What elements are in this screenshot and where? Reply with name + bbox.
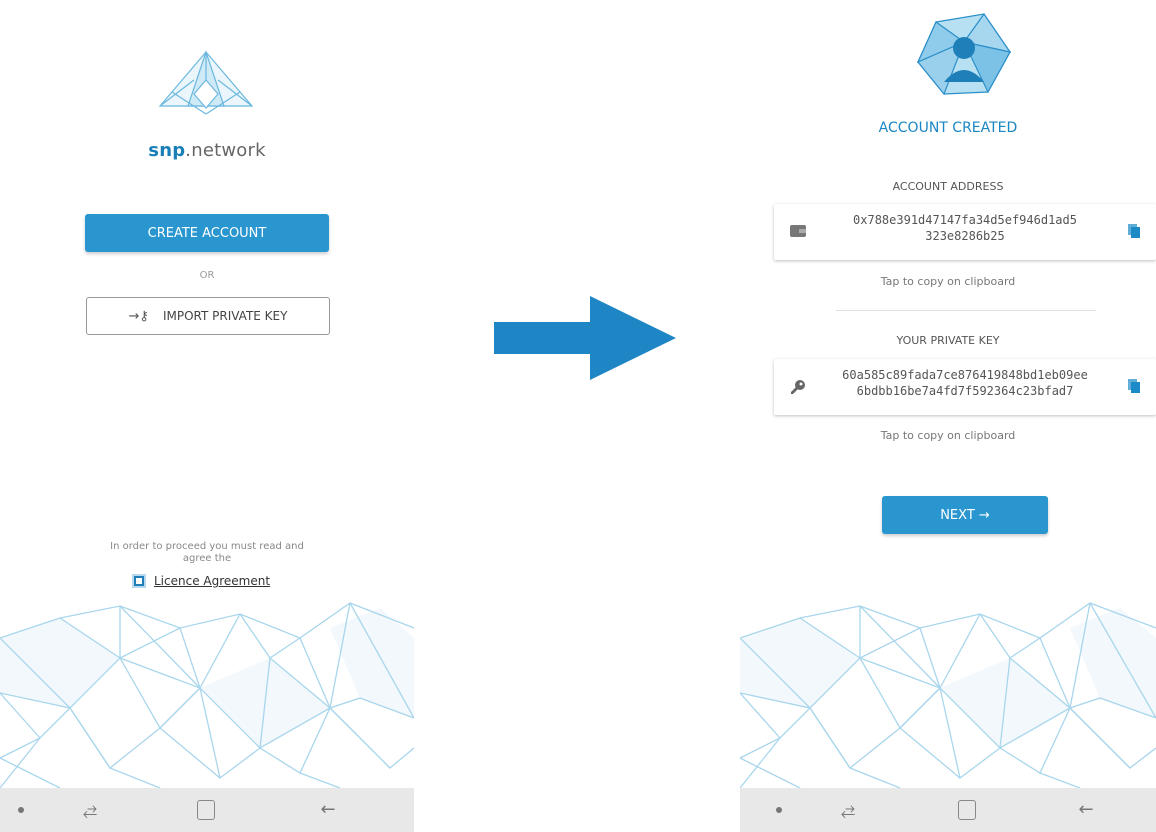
address-line-2: 323e8286b25	[925, 229, 1005, 243]
import-private-key-button[interactable]: →⚷ IMPORT PRIVATE KEY	[86, 297, 330, 335]
account-address-card[interactable]: 0x788e391d47147fa34d5ef946d1ad5 323e8286…	[774, 204, 1156, 260]
brand-bold: snp	[148, 140, 186, 161]
left-phone-screen: snp.network CREATE ACCOUNT OR →⚷ IMPORT …	[0, 0, 414, 832]
agreement-notice: In order to proceed you must read and ag…	[110, 541, 304, 564]
next-label: NEXT →	[940, 507, 990, 523]
recent-apps-icon[interactable]: ⥄	[836, 798, 860, 822]
account-address-value: 0x788e391d47147fa34d5ef946d1ad5 323e8286…	[816, 212, 1114, 244]
key-tap-hint: Tap to copy on clipboard	[880, 429, 1016, 442]
create-account-label: CREATE ACCOUNT	[147, 225, 267, 241]
brand-rest: .network	[185, 140, 266, 161]
licence-row: Licence Agreement	[132, 574, 270, 588]
copy-icon[interactable]	[1128, 224, 1140, 238]
licence-checkbox[interactable]	[132, 574, 146, 588]
licence-agreement-link[interactable]: Licence Agreement	[154, 574, 270, 588]
key-line-1: 60a585c89fada7ce876419848bd1eb09ee	[842, 368, 1088, 382]
android-nav-bar: ⥄ ←	[740, 788, 1156, 832]
private-key-label: YOUR PRIVATE KEY	[896, 334, 1000, 347]
account-created-title: ACCOUNT CREATED	[878, 120, 1018, 136]
key-line-2: 6bdbb16be7a4fd7f592364c23bfad7	[856, 384, 1074, 398]
home-icon[interactable]	[197, 800, 215, 820]
wallet-icon	[790, 225, 806, 237]
back-icon[interactable]: ←	[316, 798, 340, 822]
key-arrow-icon: →⚷	[128, 308, 149, 324]
recent-apps-icon[interactable]: ⥄	[78, 798, 102, 822]
key-icon	[791, 380, 805, 394]
dot-icon	[776, 807, 782, 813]
import-key-label: IMPORT PRIVATE KEY	[162, 309, 288, 323]
home-icon[interactable]	[958, 800, 976, 820]
section-divider	[836, 310, 1096, 311]
next-button[interactable]: NEXT →	[882, 496, 1048, 534]
back-icon[interactable]: ←	[1074, 798, 1098, 822]
private-key-card[interactable]: 60a585c89fada7ce876419848bd1eb09ee 6bdbb…	[774, 359, 1156, 415]
account-address-label: ACCOUNT ADDRESS	[892, 180, 1004, 193]
address-line-1: 0x788e391d47147fa34d5ef946d1ad5	[853, 213, 1077, 227]
private-key-value: 60a585c89fada7ce876419848bd1eb09ee 6bdbb…	[816, 367, 1114, 399]
android-nav-bar: ⥄ ←	[0, 788, 414, 832]
user-avatar-logo	[916, 12, 1012, 96]
brand-name: snp.network	[0, 140, 414, 161]
polygon-background	[740, 598, 1156, 788]
polygon-background	[0, 598, 414, 788]
or-separator: OR	[199, 270, 215, 281]
copy-icon[interactable]	[1128, 379, 1140, 393]
dot-icon	[18, 807, 24, 813]
snp-logo	[158, 50, 254, 115]
create-account-button[interactable]: CREATE ACCOUNT	[85, 214, 329, 252]
transition-arrow	[494, 296, 676, 380]
address-tap-hint: Tap to copy on clipboard	[880, 275, 1016, 288]
